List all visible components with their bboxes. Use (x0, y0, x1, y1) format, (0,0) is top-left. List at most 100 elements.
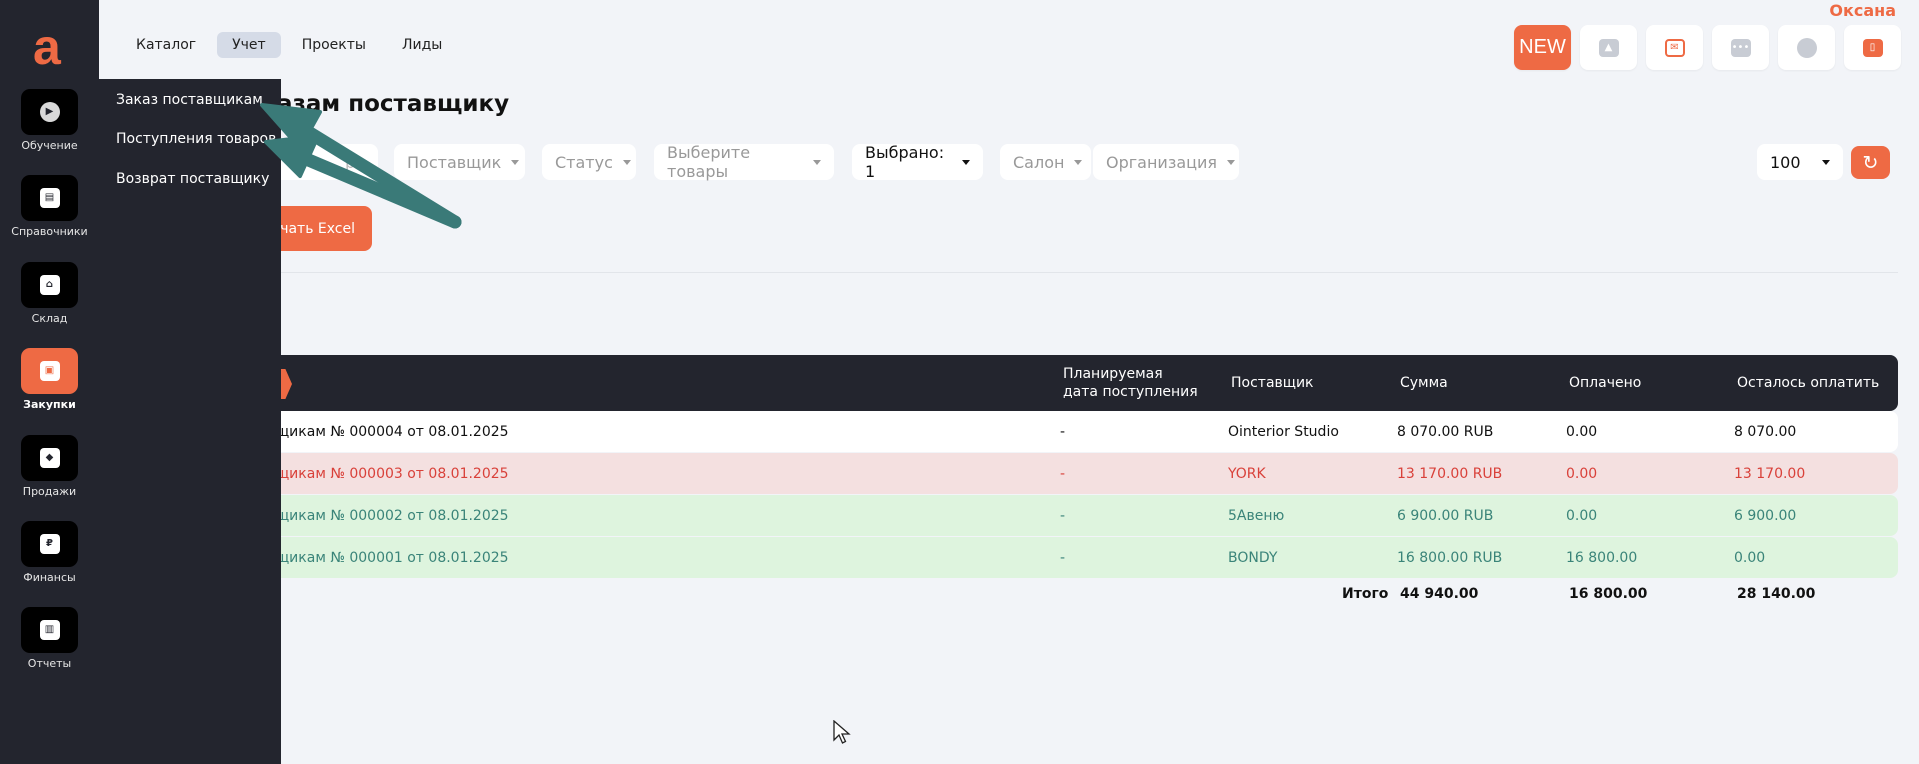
chat-icon: ••• (1730, 38, 1751, 57)
salon-select[interactable]: Салон (1000, 144, 1091, 180)
cell-document[interactable]: щикам № 000003 от 08.01.2025 (276, 453, 509, 494)
totals-remaining: 28 140.00 (1737, 586, 1816, 602)
totals-paid: 16 800.00 (1569, 586, 1648, 602)
page-size-select[interactable]: 100 (1757, 144, 1843, 180)
sidebar-item-warehouse[interactable]: ⌂ Склад (0, 262, 99, 325)
mail-button[interactable]: ✉ (1646, 25, 1703, 70)
cell-supplier: Ointerior Studio (1228, 423, 1339, 440)
chevron-down-icon (1074, 159, 1083, 165)
user-name[interactable]: Оксана (1829, 1, 1896, 20)
cell-paid: 16 800.00 (1566, 549, 1638, 566)
cell-date: - (1060, 507, 1066, 524)
menu-item-goods-receipts[interactable]: Поступления товаров (116, 131, 276, 147)
chevron-down-icon (1227, 159, 1236, 165)
purchases-icon: ▣ (39, 361, 60, 381)
cell-sum: 8 070.00 RUB (1397, 423, 1494, 440)
table-header: Планируемая дата поступления Поставщик С… (262, 355, 1898, 411)
organization-select[interactable]: Организация (1093, 144, 1239, 180)
chevron-down-icon (813, 159, 821, 165)
menu-item-supplier-return[interactable]: Возврат поставщику (116, 171, 269, 187)
sidebar-item-label: Справочники (11, 225, 88, 238)
cell-supplier: 5Авеню (1228, 507, 1285, 524)
mouse-cursor-icon (833, 720, 851, 744)
sidebar-item-purchases[interactable]: ▣ Закупки (0, 348, 99, 411)
cell-paid: 0.00 (1566, 465, 1598, 482)
page-title: азам поставщику (277, 91, 510, 117)
top-navigation: Каталог Учет Проекты Лиды (121, 32, 457, 58)
column-sum[interactable]: Сумма (1400, 355, 1448, 411)
chevron-down-icon (511, 159, 520, 165)
refresh-button[interactable]: ↻ (1851, 146, 1890, 179)
cell-remaining: 6 900.00 (1734, 507, 1797, 524)
book-icon: ▤ (39, 188, 60, 208)
cell-remaining: 13 170.00 (1734, 465, 1806, 482)
refresh-icon: ↻ (1862, 151, 1879, 174)
chevron-down-icon (962, 159, 970, 165)
totals-sum: 44 940.00 (1400, 586, 1479, 602)
cell-sum: 6 900.00 RUB (1397, 507, 1494, 524)
goods-select[interactable]: Выберите товары (654, 143, 834, 181)
table-row[interactable]: щикам № 000002 от 08.01.2025 - 5Авеню 6 … (262, 495, 1898, 536)
warehouse-icon: ⌂ (39, 275, 60, 295)
cell-date: - (1060, 465, 1066, 482)
menu-item-supplier-orders[interactable]: Заказ поставщикам (116, 92, 263, 108)
sidebar: a ▶ Обучение ▤ Справочники ⌂ Склад ▣ Зак… (0, 0, 99, 764)
cell-document[interactable]: щикам № 000002 от 08.01.2025 (276, 495, 509, 536)
tag-icon: ◆ (39, 448, 60, 468)
profile-button[interactable] (1778, 25, 1835, 70)
logout-button[interactable]: ▯ (1844, 25, 1901, 70)
table-row[interactable]: щикам № 000004 от 08.01.2025 - Ointerior… (262, 411, 1898, 452)
topnav-item-accounting[interactable]: Учет (217, 32, 281, 58)
table-row[interactable]: щикам № 000001 от 08.01.2025 - BONDY 16 … (262, 537, 1898, 578)
sidebar-item-label: Продажи (22, 485, 77, 498)
sidebar-item-finance[interactable]: ₽ Финансы (0, 521, 99, 584)
play-icon: ▶ (39, 102, 60, 122)
column-supplier[interactable]: Поставщик (1231, 355, 1314, 411)
totals-label: Итого (1342, 586, 1389, 602)
cell-remaining: 8 070.00 (1734, 423, 1797, 440)
topnav-item-projects[interactable]: Проекты (287, 32, 381, 58)
sidebar-item-references[interactable]: ▤ Справочники (0, 175, 99, 238)
cell-paid: 0.00 (1566, 423, 1598, 440)
table-row[interactable]: щикам № 000003 от 08.01.2025 - YORK 13 1… (262, 453, 1898, 494)
cell-sum: 16 800.00 RUB (1397, 549, 1503, 566)
column-remaining[interactable]: Осталось оплатить (1737, 355, 1879, 411)
cell-document[interactable]: щикам № 000001 от 08.01.2025 (276, 537, 509, 578)
mail-icon: ✉ (1664, 38, 1685, 57)
sidebar-item-label: Закупки (23, 398, 76, 411)
divider (262, 272, 1898, 273)
selected-select[interactable]: Выбрано: 1 (852, 143, 983, 181)
app-logo[interactable]: a (33, 22, 61, 72)
sidebar-item-label: Обучение (21, 139, 78, 152)
column-paid[interactable]: Оплачено (1569, 355, 1641, 411)
user-icon (1796, 37, 1817, 58)
cell-sum: 13 170.00 RUB (1397, 465, 1503, 482)
cell-remaining: 0.00 (1734, 549, 1766, 566)
chevron-down-icon (622, 159, 631, 165)
status-select[interactable]: Статус (542, 144, 636, 180)
reports-icon: ▥ (39, 620, 60, 640)
notifications-button[interactable]: ▲ (1580, 25, 1637, 70)
sidebar-item-learning[interactable]: ▶ Обучение (0, 89, 99, 152)
bell-icon: ▲ (1598, 38, 1619, 57)
topnav-item-catalog[interactable]: Каталог (121, 32, 211, 58)
cell-document[interactable]: щикам № 000004 от 08.01.2025 (276, 411, 509, 452)
header-actions: NEW ▲ ✉ ••• ▯ (1514, 25, 1901, 70)
topnav-item-leads[interactable]: Лиды (387, 32, 457, 58)
chat-button[interactable]: ••• (1712, 25, 1769, 70)
supplier-select[interactable]: Поставщик (394, 144, 525, 180)
logout-icon: ▯ (1862, 38, 1883, 57)
cell-date: - (1060, 549, 1066, 566)
column-planned-date[interactable]: Планируемая дата поступления (1063, 355, 1198, 411)
sidebar-item-sales[interactable]: ◆ Продажи (0, 435, 99, 498)
accounting-dropdown-menu: Заказ поставщикам Поступления товаров Во… (99, 79, 281, 764)
chevron-down-icon (1822, 159, 1830, 165)
cell-date: - (1060, 423, 1066, 440)
sidebar-item-reports[interactable]: ▥ Отчеты (0, 607, 99, 670)
new-button[interactable]: NEW (1514, 25, 1571, 70)
sidebar-item-label: Отчеты (27, 657, 72, 670)
cell-supplier: BONDY (1228, 549, 1278, 566)
cell-supplier: YORK (1228, 465, 1266, 482)
finance-icon: ₽ (39, 534, 60, 554)
sidebar-item-label: Склад (31, 312, 68, 325)
